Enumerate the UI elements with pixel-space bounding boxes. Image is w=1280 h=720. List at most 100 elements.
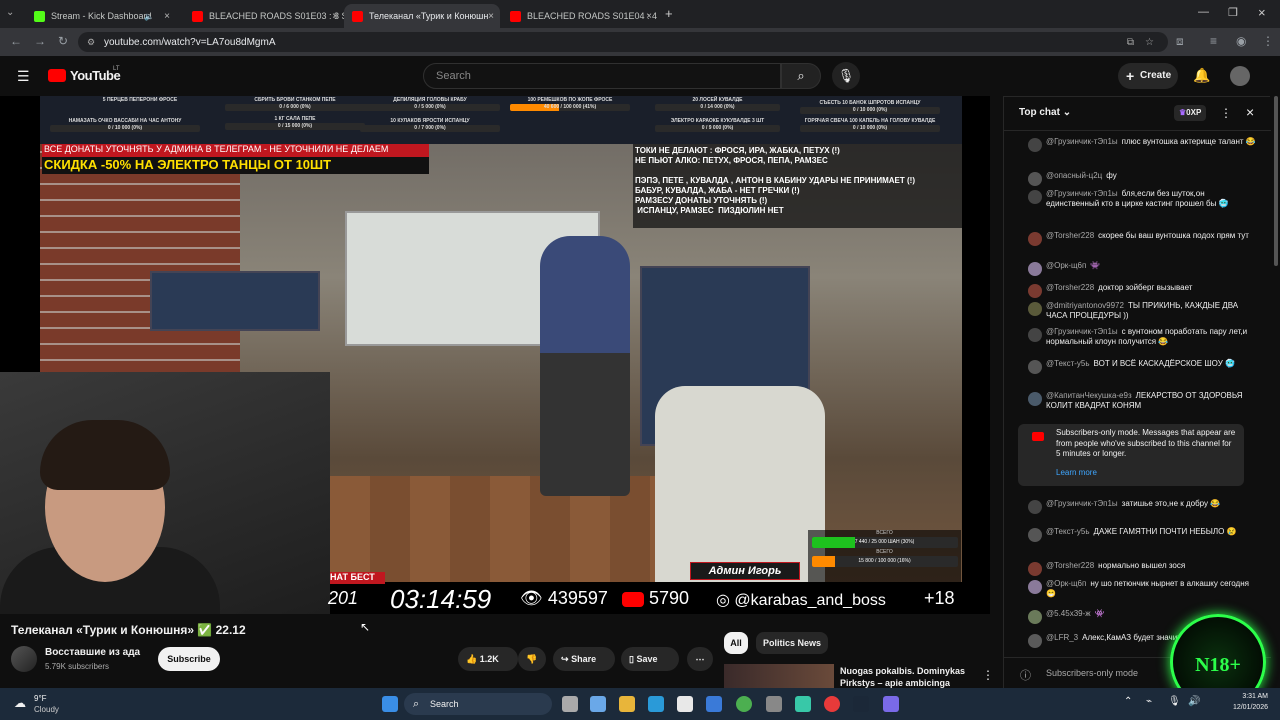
chat-author[interactable]: @Грузинчик-тЭп1ы xyxy=(1046,327,1118,336)
learn-more-link[interactable]: Learn more xyxy=(1056,468,1097,477)
page-scrollbar[interactable] xyxy=(1272,96,1280,656)
channel-avatar[interactable] xyxy=(11,646,37,672)
account-avatar[interactable] xyxy=(1230,66,1250,86)
tray-chevron-icon[interactable]: ⌃ xyxy=(1124,696,1132,707)
like-button[interactable]: 👍 1.2K xyxy=(458,647,518,671)
chat-author-avatar[interactable] xyxy=(1028,302,1042,316)
bookmark-star-icon[interactable]: ☆ xyxy=(1145,37,1154,48)
chat-author-avatar[interactable] xyxy=(1028,360,1042,374)
youtube-logo-icon[interactable] xyxy=(48,69,66,82)
tab-close-icon[interactable]: × xyxy=(164,11,170,22)
save-button[interactable]: ▯ Save xyxy=(621,647,679,671)
chat-author[interactable]: @dmitriyantonov9972 xyxy=(1046,301,1124,310)
chat-author-avatar[interactable] xyxy=(1028,172,1042,186)
search-button[interactable]: ⌕ xyxy=(781,63,821,89)
url-field[interactable]: ⚙ youtube.com/watch?v=LA7ou8dMgmA ⧉ ☆ xyxy=(78,32,1168,52)
browser-tab-1[interactable]: Stream - Kick Dashboard 🔈 × xyxy=(26,4,176,28)
clock-time[interactable]: 3:31 AM xyxy=(1216,693,1268,700)
more-actions-button[interactable]: ⋯ xyxy=(687,647,713,671)
voice-search-button[interactable]: 🎙 xyxy=(832,62,860,90)
close-chat-icon[interactable]: × xyxy=(1246,104,1254,120)
chat-author[interactable]: @5.45x39-ж xyxy=(1046,609,1091,618)
tab-search-icon[interactable]: ⌄ xyxy=(6,7,14,18)
opera-icon[interactable] xyxy=(824,696,840,712)
create-button[interactable]: + Create xyxy=(1118,63,1178,89)
mute-icon[interactable]: 🔈 xyxy=(144,12,154,21)
chat-author[interactable]: @КапитанЧекушка-е9з xyxy=(1046,391,1132,400)
restore-icon[interactable]: ❐ xyxy=(1228,6,1238,19)
file-explorer-icon[interactable] xyxy=(619,696,635,712)
chat-author-avatar[interactable] xyxy=(1028,284,1042,298)
chrome-icon[interactable] xyxy=(736,696,752,712)
edge-icon[interactable] xyxy=(648,696,664,712)
extensions-icon[interactable]: ⧈ xyxy=(1176,34,1184,49)
hamburger-menu-icon[interactable]: ☰ xyxy=(17,68,30,85)
recommended-video[interactable]: Nuogas pokalbis. Dominykas Pirkstys – ap… xyxy=(724,664,994,688)
chat-author[interactable]: @Орк-щ6п xyxy=(1046,261,1086,270)
scrollbar-thumb[interactable] xyxy=(1274,96,1278,266)
chat-author[interactable]: @Грузинчик-тЭп1ы xyxy=(1046,499,1118,508)
chip-all[interactable]: All xyxy=(724,632,748,654)
tab-close-icon[interactable]: × xyxy=(646,11,652,22)
chat-author[interactable]: @Грузинчик-тЭп1ы xyxy=(1046,137,1118,146)
chat-mode-dropdown[interactable]: Top chat ⌄ xyxy=(1019,107,1071,118)
more-icon[interactable]: ⋮ xyxy=(1220,106,1232,120)
network-icon[interactable]: ⌁ xyxy=(1146,696,1152,707)
forward-icon[interactable]: → xyxy=(34,34,46,48)
mail-icon[interactable] xyxy=(706,696,722,712)
site-info-icon[interactable]: ⚙ xyxy=(87,37,95,48)
xp-badge[interactable]: ♛0XP xyxy=(1174,105,1207,121)
browser-tab-2[interactable]: BLEACHED ROADS S01E03 : 3 S × xyxy=(184,4,344,28)
task-view-icon[interactable] xyxy=(562,696,578,712)
chat-author[interactable]: @Текст-у5ь xyxy=(1046,527,1090,536)
chat-author-avatar[interactable] xyxy=(1028,562,1042,576)
chat-author[interactable]: @опасный-ц2ц xyxy=(1046,171,1102,180)
tab-close-icon[interactable]: × xyxy=(488,11,494,22)
back-icon[interactable]: ← xyxy=(10,34,22,48)
cast-icon[interactable]: ⧉ xyxy=(1127,37,1134,48)
chat-author[interactable]: @Torsher228 xyxy=(1046,231,1094,240)
dislike-button[interactable]: 👎 xyxy=(518,647,546,671)
chat-author[interactable]: @Torsher228 xyxy=(1046,283,1094,292)
chat-author[interactable]: @Torsher228 xyxy=(1046,561,1094,570)
chat-author-avatar[interactable] xyxy=(1028,190,1042,204)
chat-author-avatar[interactable] xyxy=(1028,610,1042,624)
new-tab-icon[interactable]: + xyxy=(665,6,673,21)
chat-author[interactable]: @Грузинчик-тЭп1ы xyxy=(1046,189,1118,198)
chat-author[interactable]: @LFR_3 xyxy=(1046,633,1078,642)
subscribe-button[interactable]: Subscribe xyxy=(158,647,220,671)
mic-tray-icon[interactable]: 🎙 xyxy=(1168,696,1181,707)
chat-author-avatar[interactable] xyxy=(1028,500,1042,514)
tab-close-icon[interactable]: × xyxy=(332,11,338,22)
chat-author[interactable]: @Орк-щ6п xyxy=(1046,579,1086,588)
chat-author-avatar[interactable] xyxy=(1028,138,1042,152)
chip-politics-news[interactable]: Politics News xyxy=(756,632,828,654)
tab-search-list-icon[interactable]: ≡ xyxy=(1210,34,1217,48)
discord-icon[interactable] xyxy=(883,696,899,712)
copilot-icon[interactable] xyxy=(590,696,606,712)
clock-date[interactable]: 12/01/2026 xyxy=(1216,704,1268,711)
chat-author-avatar[interactable] xyxy=(1028,392,1042,406)
volume-icon[interactable]: 🔊 xyxy=(1188,696,1200,707)
browser-menu-icon[interactable]: ⋮ xyxy=(1262,34,1274,48)
chat-author-avatar[interactable] xyxy=(1028,580,1042,594)
chat-author-avatar[interactable] xyxy=(1028,328,1042,342)
profile-icon[interactable]: ◉ xyxy=(1236,34,1246,48)
more-icon[interactable]: ⋮ xyxy=(982,668,994,682)
chat-author-avatar[interactable] xyxy=(1028,528,1042,542)
minimize-icon[interactable]: — xyxy=(1198,6,1209,18)
obs-icon[interactable] xyxy=(766,696,782,712)
window-close-icon[interactable]: × xyxy=(1258,5,1266,20)
windows-start-icon[interactable] xyxy=(382,696,398,712)
search-input[interactable]: Search xyxy=(423,63,781,89)
taskbar-search[interactable]: ⌕ Search xyxy=(404,693,552,715)
chat-author-avatar[interactable] xyxy=(1028,262,1042,276)
chat-author[interactable]: @Текст-у5ь xyxy=(1046,359,1090,368)
browser-tab-3[interactable]: Телеканал «Турик и Конюшн × xyxy=(344,4,500,28)
steam-icon[interactable] xyxy=(853,696,869,712)
video-player[interactable]: 5 ПЕРЦЕВ ПЕПЕРОНИ ФРОСЕ НАМАЗАТЬ ОЧКО ВА… xyxy=(0,96,990,614)
store-icon[interactable] xyxy=(677,696,693,712)
reload-icon[interactable]: ↻ xyxy=(58,34,68,48)
browser-tab-4[interactable]: BLEACHED ROADS S01E04 : 4 S × xyxy=(502,4,658,28)
notifications-bell-icon[interactable]: 🔔 xyxy=(1193,67,1210,84)
